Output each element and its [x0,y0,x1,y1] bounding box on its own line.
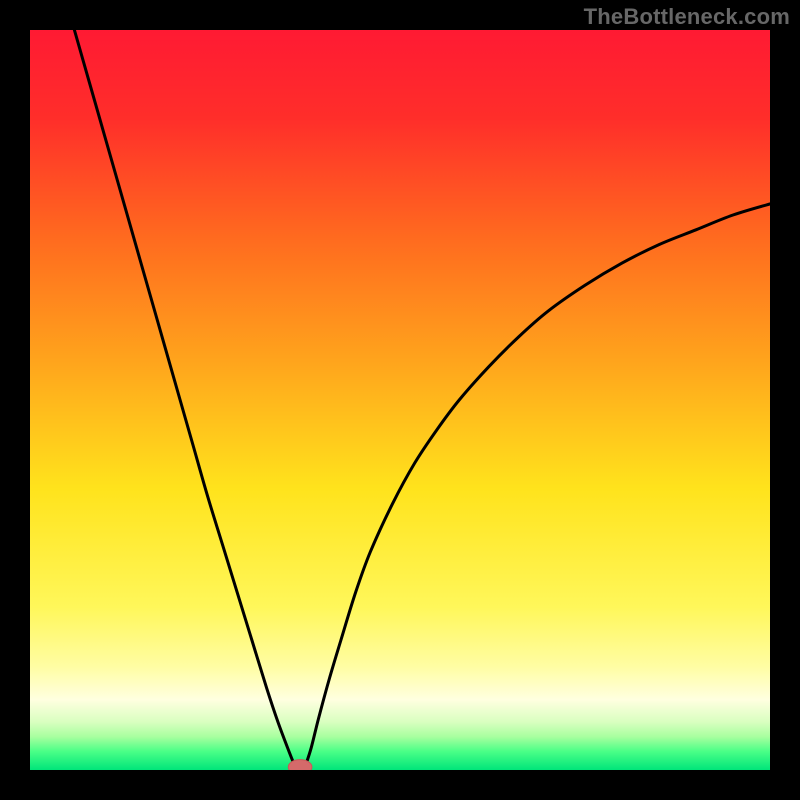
plot-area [30,30,770,770]
optimal-point-marker [288,760,312,770]
watermark-text: TheBottleneck.com [584,4,790,30]
chart-frame: TheBottleneck.com [0,0,800,800]
bottleneck-curve-svg [30,30,770,770]
gradient-background [30,30,770,770]
